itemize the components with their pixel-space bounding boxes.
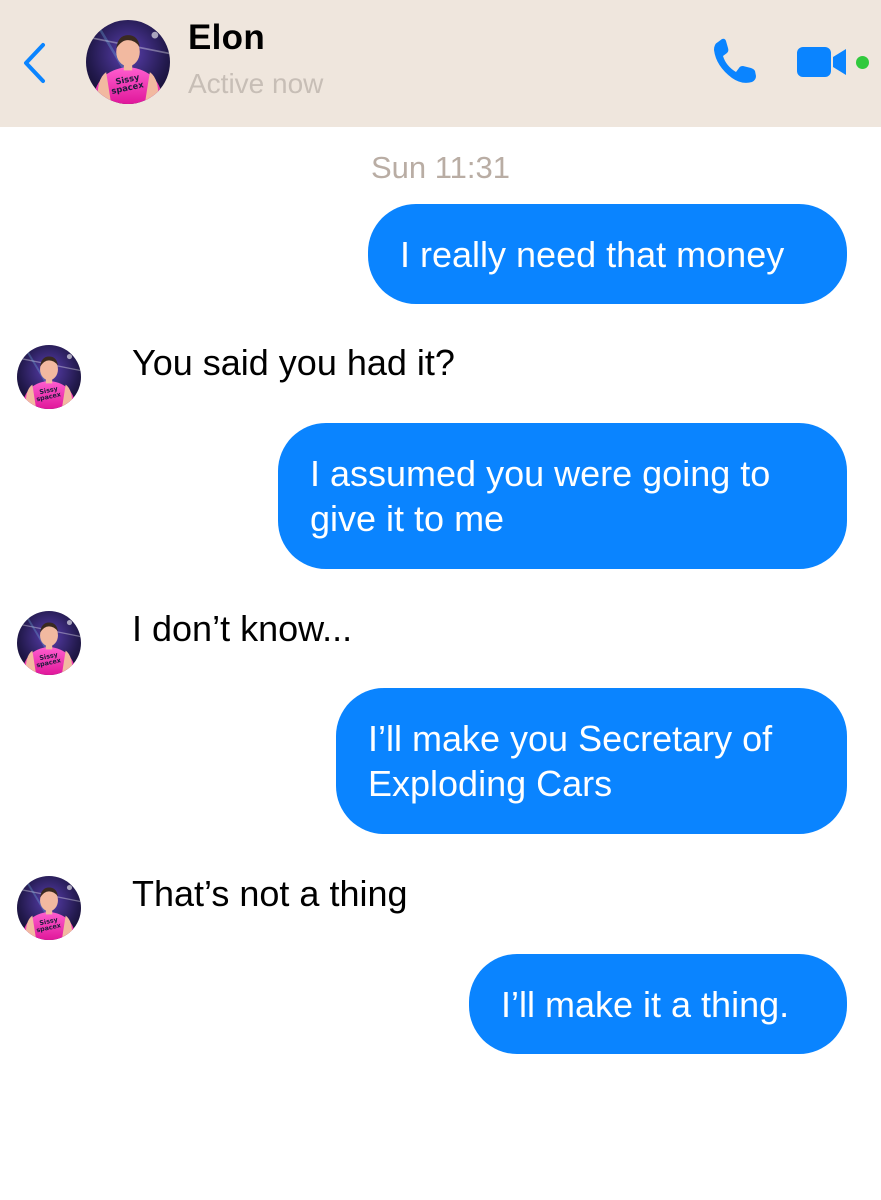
- incoming-message[interactable]: That’s not a thing: [132, 871, 408, 916]
- video-camera-icon: [797, 47, 846, 77]
- contact-name[interactable]: Elon: [188, 18, 265, 58]
- sender-avatar: [17, 345, 81, 409]
- incoming-message[interactable]: I don’t know...: [132, 606, 352, 651]
- active-status: Active now: [188, 68, 324, 99]
- message-text: I’ll make it a thing.: [501, 984, 790, 1025]
- outgoing-message[interactable]: I really need that money: [368, 204, 847, 304]
- outgoing-message[interactable]: I’ll make it a thing.: [469, 954, 847, 1054]
- message-text: I really need that money: [400, 234, 785, 275]
- outgoing-message[interactable]: I’ll make you Secretary of Exploding Car…: [336, 688, 847, 834]
- back-button[interactable]: [14, 40, 54, 86]
- incoming-message[interactable]: You said you had it?: [132, 340, 455, 385]
- sender-avatar: [17, 876, 81, 940]
- message-timestamp: Sun 11:31: [370, 150, 511, 185]
- sender-avatar: [17, 611, 81, 675]
- phone-icon: [714, 38, 756, 83]
- outgoing-message[interactable]: I assumed you were going to give it to m…: [278, 423, 847, 569]
- message-text: I assumed you were going to give it to m…: [310, 453, 771, 539]
- audio-call-button[interactable]: [708, 36, 762, 86]
- message-text: I’ll make you Secretary of Exploding Car…: [368, 718, 773, 804]
- online-indicator: [856, 56, 869, 69]
- video-call-button[interactable]: [796, 44, 848, 80]
- contact-avatar[interactable]: [86, 20, 170, 104]
- chevron-left-icon: [24, 43, 45, 83]
- chat-header: Elon Active now: [0, 0, 881, 127]
